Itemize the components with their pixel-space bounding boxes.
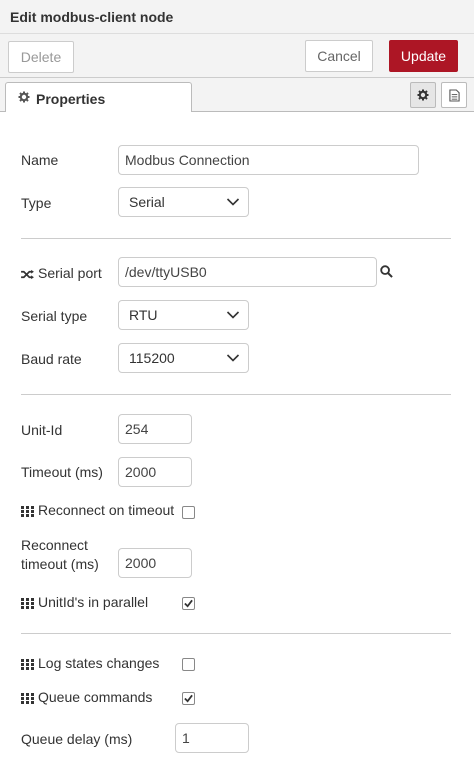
baud-rate-label: Baud rate xyxy=(21,351,82,367)
search-icon[interactable] xyxy=(380,265,393,278)
unitids-parallel-checkbox[interactable] xyxy=(182,597,195,610)
gear-icon xyxy=(18,91,30,103)
type-select[interactable]: Serial xyxy=(118,187,249,217)
reconnect-on-timeout-checkbox[interactable] xyxy=(182,506,195,519)
section-divider xyxy=(21,633,451,634)
properties-panel: Name Modbus Connection Type Serial Seria… xyxy=(0,112,474,777)
reconnect-timeout-input[interactable]: 2000 xyxy=(118,548,192,578)
serial-type-select[interactable]: RTU xyxy=(118,300,249,330)
section-divider xyxy=(21,238,451,239)
chevron-down-icon xyxy=(226,198,240,206)
baud-rate-value: 115200 xyxy=(129,350,175,366)
queue-commands-text: Queue commands xyxy=(38,689,153,705)
chevron-down-icon xyxy=(226,311,240,319)
log-states-text: Log states changes xyxy=(38,655,160,671)
tab-properties-label: Properties xyxy=(36,91,106,107)
reconnect-on-timeout-label: Reconnect on timeout xyxy=(21,501,174,519)
queue-commands-label: Queue commands xyxy=(21,688,152,706)
cancel-button[interactable]: Cancel xyxy=(305,40,373,72)
grid-icon xyxy=(21,693,34,704)
serial-type-value: RTU xyxy=(129,307,158,323)
description-tab-button[interactable] xyxy=(441,82,467,108)
dialog-toolbar: Delete Cancel Update xyxy=(0,34,474,78)
serial-port-label-text: Serial port xyxy=(38,265,102,281)
type-select-value: Serial xyxy=(129,194,165,210)
serial-port-input[interactable]: /dev/ttyUSB0 xyxy=(118,257,377,287)
dialog-title: Edit modbus-client node xyxy=(10,9,174,25)
unitids-parallel-text: UnitId's in parallel xyxy=(38,594,149,610)
log-states-label: Log states changes xyxy=(21,654,159,672)
grid-icon xyxy=(21,506,34,517)
timeout-input[interactable]: 2000 xyxy=(118,457,192,487)
reconnect-timeout-label-line2: timeout (ms) xyxy=(21,556,99,572)
gear-icon xyxy=(417,89,429,101)
serial-type-label: Serial type xyxy=(21,308,88,324)
serial-port-label: Serial port xyxy=(21,264,102,282)
unitids-parallel-label: UnitId's in parallel xyxy=(21,593,148,611)
reconnect-on-timeout-text: Reconnect on timeout xyxy=(38,502,175,518)
document-icon xyxy=(448,88,460,102)
type-label: Type xyxy=(21,195,52,211)
grid-icon xyxy=(21,598,34,609)
shuffle-icon xyxy=(21,269,34,280)
checkmark-icon xyxy=(184,599,193,608)
chevron-down-icon xyxy=(226,354,240,362)
delete-button[interactable]: Delete xyxy=(8,41,74,73)
update-button[interactable]: Update xyxy=(389,40,458,72)
settings-tab-button[interactable] xyxy=(410,82,436,108)
name-input[interactable]: Modbus Connection xyxy=(118,145,419,175)
timeout-label: Timeout (ms) xyxy=(21,464,103,480)
queue-delay-input[interactable]: 1 xyxy=(175,723,249,753)
log-states-checkbox[interactable] xyxy=(182,658,195,671)
baud-rate-select[interactable]: 115200 xyxy=(118,343,249,373)
grid-icon xyxy=(21,659,34,670)
unit-id-input[interactable]: 254 xyxy=(118,414,192,444)
dialog-header: Edit modbus-client node xyxy=(0,0,474,34)
tab-bar: Properties xyxy=(0,78,474,113)
queue-delay-label: Queue delay (ms) xyxy=(21,731,133,747)
tab-properties[interactable]: Properties xyxy=(5,82,192,113)
unit-id-label: Unit-Id xyxy=(21,422,63,438)
section-divider xyxy=(21,394,451,395)
reconnect-timeout-label-line1: Reconnect xyxy=(21,537,88,553)
name-label: Name xyxy=(21,152,59,168)
queue-commands-checkbox[interactable] xyxy=(182,692,195,705)
checkmark-icon xyxy=(184,694,193,703)
